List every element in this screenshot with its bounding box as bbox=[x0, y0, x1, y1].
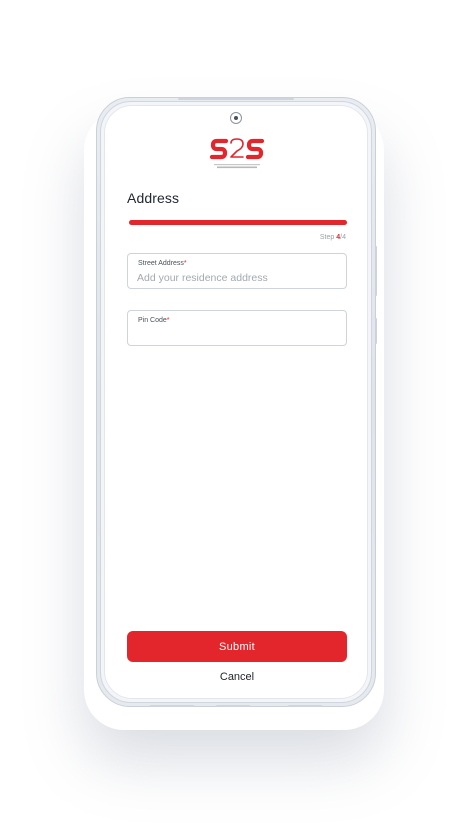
phone-side-button-upper bbox=[375, 246, 377, 296]
cancel-button[interactable]: Cancel bbox=[187, 669, 287, 685]
step-indicator: Step 4/4 bbox=[320, 234, 346, 241]
required-mark: * bbox=[183, 260, 187, 267]
street-address-label-text: Street Address bbox=[138, 260, 184, 267]
pin-code-label: Pin Code* bbox=[138, 317, 170, 324]
stage: Address Step 4/4 Street Address* Pin Cod… bbox=[0, 0, 474, 832]
submit-button[interactable]: Submit bbox=[127, 631, 347, 662]
pin-code-label-text: Pin Code bbox=[138, 317, 167, 324]
phone-top-strip bbox=[178, 98, 294, 100]
pin-code-field[interactable]: Pin Code* bbox=[127, 310, 347, 346]
phone-screen: Address Step 4/4 Street Address* Pin Cod… bbox=[104, 105, 368, 699]
pin-code-input[interactable] bbox=[137, 328, 337, 342]
progress-bar-fill bbox=[129, 220, 347, 225]
street-address-input[interactable] bbox=[137, 271, 337, 285]
brand-tagline bbox=[214, 164, 260, 169]
front-camera-icon bbox=[230, 112, 242, 124]
street-address-field[interactable]: Street Address* bbox=[127, 253, 347, 289]
step-total: 4 bbox=[342, 234, 346, 241]
brand-logo bbox=[209, 138, 265, 169]
phone-side-button-lower bbox=[375, 318, 377, 344]
phone-bottom-strip-right bbox=[288, 705, 322, 707]
phone-bottom-strip-mid bbox=[216, 705, 250, 707]
phone-bottom-strip-left bbox=[150, 705, 194, 707]
required-mark: * bbox=[166, 317, 170, 324]
step-prefix: Step bbox=[319, 234, 337, 241]
page-title: Address bbox=[127, 190, 180, 206]
progress-bar bbox=[129, 220, 347, 225]
street-address-label: Street Address* bbox=[138, 260, 187, 267]
